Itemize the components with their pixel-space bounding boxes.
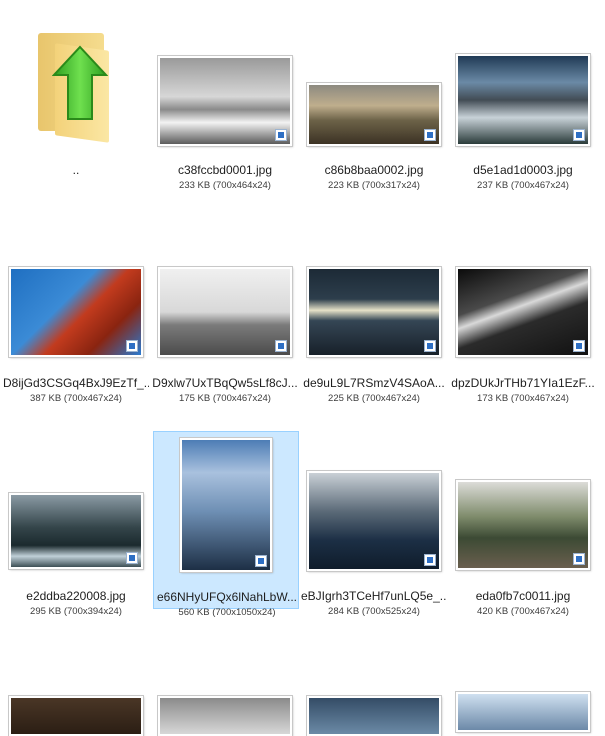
file-tile[interactable]: de9uL9L7RSmzV4SAoA... 225 KB (700x467x24… <box>301 218 447 404</box>
file-name: e2ddba220008.jpg <box>26 589 126 603</box>
up-arrow-icon <box>52 45 108 120</box>
thumbnail-grid: .. c38fccbd0001.jpg 233 KB (700x464x24) … <box>0 0 605 736</box>
file-name: c38fccbd0001.jpg <box>177 163 273 177</box>
image-file-icon <box>126 340 138 352</box>
file-tile[interactable] <box>450 644 596 733</box>
file-meta: 173 KB (700x467x24) <box>477 393 569 404</box>
file-tile[interactable]: e2ddba220008.jpg 295 KB (700x394x24) <box>3 431 149 617</box>
image-file-icon <box>573 340 585 352</box>
image-file-icon <box>424 129 436 141</box>
file-tile[interactable]: c86b8baa0002.jpg 223 KB (700x317x24) <box>301 5 447 191</box>
file-name: e66NHyUFQx6lNahLbW... <box>156 590 298 604</box>
image-thumbnail <box>306 470 442 572</box>
file-name: de9uL9L7RSmzV4SAoA... <box>303 376 445 390</box>
file-name: dpzDUkJrTHb71YIa1EzF... <box>451 376 595 390</box>
file-meta: 237 KB (700x467x24) <box>477 180 569 191</box>
image-thumbnail <box>455 479 591 571</box>
file-tile[interactable]: eda0fb7c0011.jpg 420 KB (700x467x24) <box>450 431 596 617</box>
image-thumbnail <box>306 82 442 147</box>
image-file-icon <box>275 340 287 352</box>
image-file-icon <box>255 555 267 567</box>
file-tile[interactable]: D8ijGd3CSGq4BxJ9EzTf_... 387 KB (700x467… <box>3 218 149 404</box>
image-thumbnail <box>455 53 591 147</box>
image-thumbnail <box>157 55 293 147</box>
file-meta: 387 KB (700x467x24) <box>30 393 122 404</box>
image-thumbnail <box>157 695 293 736</box>
file-tile[interactable] <box>152 644 298 736</box>
image-thumbnail <box>455 691 591 733</box>
image-thumbnail <box>8 266 144 358</box>
image-thumbnail <box>8 695 144 736</box>
image-thumbnail <box>179 437 273 573</box>
file-name: D9xlw7UxTBqQw5sLf8cJ... <box>152 376 298 390</box>
file-name: d5e1ad1d0003.jpg <box>473 163 573 177</box>
file-name: c86b8baa0002.jpg <box>324 163 424 177</box>
image-file-icon <box>573 553 585 565</box>
file-meta: 223 KB (700x317x24) <box>328 180 420 191</box>
file-name: D8ijGd3CSGq4BxJ9EzTf_... <box>3 376 149 390</box>
image-thumbnail <box>8 492 144 570</box>
image-file-icon <box>424 340 436 352</box>
file-tile[interactable] <box>301 644 447 736</box>
file-tile[interactable]: dpzDUkJrTHb71YIa1EzF... 173 KB (700x467x… <box>450 218 596 404</box>
file-tile[interactable]: D9xlw7UxTBqQw5sLf8cJ... 175 KB (700x467x… <box>152 218 298 404</box>
file-meta: 284 KB (700x525x24) <box>328 606 420 617</box>
file-meta: 225 KB (700x467x24) <box>328 393 420 404</box>
file-tile-selected[interactable]: e66NHyUFQx6lNahLbW... 560 KB (700x1050x2… <box>153 431 299 618</box>
file-meta: 420 KB (700x467x24) <box>477 606 569 617</box>
file-tile[interactable]: c38fccbd0001.jpg 233 KB (700x464x24) <box>152 5 298 191</box>
parent-folder-label: .. <box>72 163 80 177</box>
image-thumbnail <box>306 266 442 358</box>
file-tile[interactable] <box>3 644 149 736</box>
file-name: eBJIgrh3TCeHf7unLQ5e_... <box>301 589 447 603</box>
file-meta: 175 KB (700x467x24) <box>179 393 271 404</box>
file-tile[interactable]: d5e1ad1d0003.jpg 237 KB (700x467x24) <box>450 5 596 191</box>
file-name: eda0fb7c0011.jpg <box>475 589 571 603</box>
image-file-icon <box>126 552 138 564</box>
image-file-icon <box>573 129 585 141</box>
image-file-icon <box>275 129 287 141</box>
image-file-icon <box>424 554 436 566</box>
image-thumbnail <box>455 266 591 358</box>
file-tile[interactable]: eBJIgrh3TCeHf7unLQ5e_... 284 KB (700x525… <box>301 431 447 617</box>
image-thumbnail <box>157 266 293 358</box>
file-meta: 295 KB (700x394x24) <box>30 606 122 617</box>
file-meta: 560 KB (700x1050x24) <box>178 607 276 618</box>
file-meta: 233 KB (700x464x24) <box>179 180 271 191</box>
parent-folder-tile[interactable]: .. <box>3 5 149 183</box>
image-thumbnail <box>306 695 442 736</box>
